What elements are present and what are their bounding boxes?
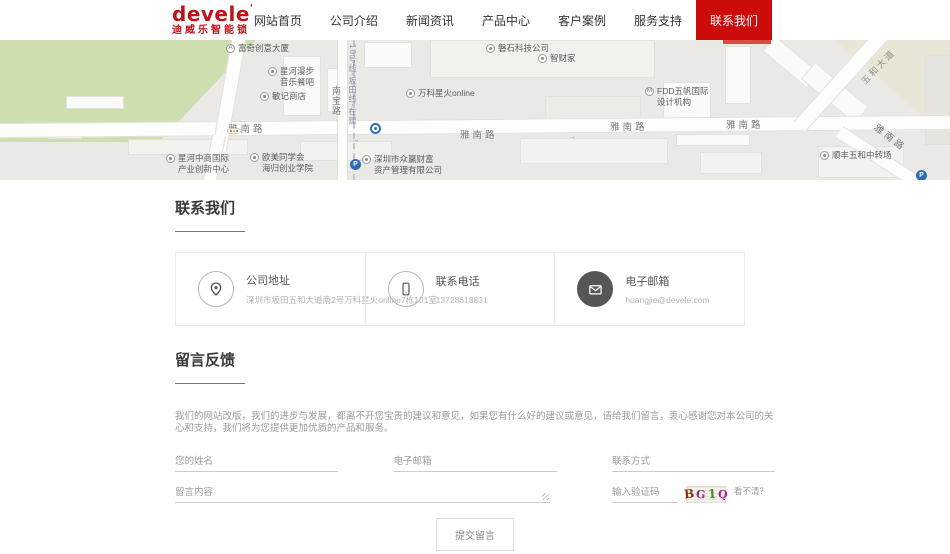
map-poi-label[interactable]: 星河中商国际 产业创新中心 — [166, 153, 229, 174]
traffic-light-icon — [227, 128, 241, 134]
map-poi-text: 星河中商国际 产业创新中心 — [178, 153, 229, 174]
header: devele 迪威乐智能锁 网站首页公司介绍新闻资讯产品中心客户案例服务支持联系… — [0, 0, 950, 40]
map-poi-label[interactable]: 万科星火online — [406, 88, 475, 99]
map-poi-label[interactable]: 顺丰五和中转场 — [820, 150, 892, 161]
map-poi-label[interactable]: 星河漫步 音乐餐吧 — [268, 66, 314, 87]
nav-item-5[interactable]: 服务支持 — [620, 0, 696, 40]
map-poi-icon — [820, 151, 829, 160]
map-poi-icon — [538, 54, 547, 63]
card-text: huangjie@devele.com — [625, 295, 709, 305]
map-poi-text: 顺丰五和中转场 — [832, 150, 892, 161]
map-poi-text: 欧美同学会 海归创业学院 — [262, 152, 313, 173]
map-poi-text: 敏记商店 — [272, 91, 306, 102]
nav-item-2[interactable]: 新闻资讯 — [392, 0, 468, 40]
captcha-char: 1 — [707, 488, 716, 501]
phone-icon — [388, 271, 424, 307]
contact-card-address: 公司地址 深圳市坂田五和大道南2号万科星火online7栋101室 — [176, 253, 365, 325]
map-poi-text: 智财家 — [550, 53, 576, 64]
page: devele 迪威乐智能锁 网站首页公司介绍新闻资讯产品中心客户案例服务支持联系… — [0, 0, 950, 554]
nav-item-1[interactable]: 公司介绍 — [316, 0, 392, 40]
map-building — [700, 152, 762, 174]
message-textarea[interactable] — [175, 479, 550, 503]
email-icon — [577, 271, 613, 307]
map-road-label: 雅南路 — [726, 117, 764, 131]
map-poi-text: 万科星火online — [418, 88, 475, 99]
contact-section-title: 联系我们 — [175, 197, 775, 218]
one-way-arrow-icon: → — [568, 132, 576, 141]
parking-icon[interactable]: P — [350, 159, 361, 170]
captcha-char: B — [684, 488, 695, 501]
map-building — [364, 42, 412, 68]
content: 联系我们 公司地址 深圳市坂田五和大道南2号万科星火online7栋101室 — [0, 180, 950, 554]
contact-section: 联系我们 公司地址 深圳市坂田五和大道南2号万科星火online7栋101室 — [175, 180, 775, 326]
map-poi-label[interactable]: 敏记商店 — [260, 91, 306, 102]
map-poi-text: 星河漫步 音乐餐吧 — [280, 66, 314, 87]
map-poi-icon — [260, 92, 269, 101]
title-underline — [175, 231, 245, 232]
main-nav: 网站首页公司介绍新闻资讯产品中心客户案例服务支持联系我们 — [240, 0, 772, 40]
captcha-char: Q — [718, 488, 729, 500]
one-way-arrow-icon: → — [352, 135, 360, 144]
captcha-input[interactable] — [612, 482, 678, 503]
map-poi-text: 深圳市众赢财富 资产管理有限公司 — [374, 154, 442, 175]
feedback-section: 留言反馈 我们的网站改版，我们的进步与发展，都离不开您宝贵的建议和意见，如果您有… — [175, 326, 775, 551]
name-input[interactable] — [175, 451, 338, 472]
map-poi-icon — [362, 155, 371, 164]
map-road-label: 雅南路 — [610, 119, 648, 133]
nav-item-0[interactable]: 网站首页 — [240, 0, 316, 40]
map-poi-text: FDD五帆国际 设计机构 — [657, 86, 708, 107]
map-metro-line-label: 10号线-坂田线-在建 — [347, 44, 358, 125]
map-road-label-vertical: 南宝路 — [330, 86, 343, 116]
map-building — [725, 46, 751, 104]
title-underline — [175, 383, 245, 384]
feedback-form: BG1Q 看不清？ 提交留言 — [175, 451, 775, 551]
card-title: 联系电话 — [436, 273, 488, 289]
submit-button[interactable]: 提交留言 — [436, 518, 514, 551]
location-pin-icon — [198, 271, 234, 307]
feedback-description: 我们的网站改版，我们的进步与发展，都离不开您宝贵的建议和意见，如果您有什么好的建… — [175, 411, 775, 436]
textarea-resize-handle[interactable] — [542, 493, 549, 500]
map-poi-label[interactable]: 智财家 — [538, 53, 576, 64]
captcha-image[interactable]: BG1Q — [686, 486, 726, 503]
contact-cards: 公司地址 深圳市坂田五和大道南2号万科星火online7栋101室 联系电话 1… — [175, 252, 745, 326]
map-poi-icon — [268, 67, 277, 76]
map-poi-label[interactable]: 深圳市众赢财富 资产管理有限公司 — [362, 154, 442, 175]
map-poi-label[interactable]: 欧美同学会 海归创业学院 — [250, 152, 313, 173]
map-poi-icon: M — [645, 87, 654, 96]
card-title: 电子邮箱 — [625, 273, 709, 289]
contact-card-phone: 联系电话 13728618831 — [365, 253, 555, 325]
map-canvas[interactable]: P P → → A富奇创意大厦星河漫步 音乐餐吧敏记商店磐石科技公司智财家万科星… — [0, 40, 950, 180]
map-poi-icon — [250, 153, 259, 162]
nav-item-4[interactable]: 客户案例 — [544, 0, 620, 40]
map-building — [676, 134, 750, 146]
map-road-label: 雅南路 — [460, 127, 498, 141]
map-poi-text: 富奇创意大厦 — [238, 43, 289, 54]
metro-station-icon[interactable] — [370, 123, 381, 134]
map-building — [925, 55, 950, 145]
captcha-refresh-link[interactable]: 看不清？ — [734, 485, 768, 503]
map-poi-icon — [406, 89, 415, 98]
captcha-char: G — [696, 488, 706, 500]
parking-icon[interactable]: P — [916, 170, 927, 180]
map-poi-icon — [486, 44, 495, 53]
feedback-section-title: 留言反馈 — [175, 349, 775, 370]
map-poi-icon: A — [226, 44, 235, 53]
map-poi-label[interactable]: MFDD五帆国际 设计机构 — [645, 86, 708, 107]
map-building — [520, 138, 668, 164]
nav-item-3[interactable]: 产品中心 — [468, 0, 544, 40]
map-poi-icon — [166, 154, 175, 163]
email-input[interactable] — [394, 451, 557, 472]
nav-item-6[interactable]: 联系我们 — [696, 0, 772, 40]
map-marker-popup-edge — [723, 40, 771, 44]
map-poi-label[interactable]: A富奇创意大厦 — [226, 43, 289, 54]
contact-card-email: 电子邮箱 huangjie@devele.com — [554, 253, 744, 325]
card-text: 13728618831 — [436, 295, 488, 305]
contact-input[interactable] — [612, 451, 775, 472]
map-building — [66, 96, 124, 109]
